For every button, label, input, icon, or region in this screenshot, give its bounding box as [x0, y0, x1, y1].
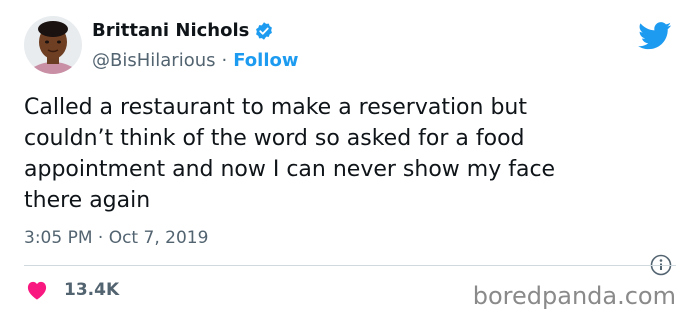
- avatar[interactable]: [24, 16, 82, 74]
- tweet-text: Called a restaurant to make a reservatio…: [24, 95, 556, 213]
- like-count: 13.4K: [64, 280, 120, 300]
- watermark: boredpanda.com: [472, 282, 676, 310]
- twitter-bird-icon[interactable]: [638, 22, 672, 50]
- like-action[interactable]: 13.4K: [26, 280, 119, 300]
- separator-dot: ·: [221, 50, 228, 71]
- verified-badge-icon: [254, 21, 274, 41]
- divider: [24, 265, 676, 266]
- tweet-card: Brittani Nichols @BisHilarious · Follow …: [0, 0, 700, 319]
- author-handle-row: @BisHilarious · Follow: [92, 50, 299, 71]
- author-name[interactable]: Brittani Nichols: [92, 20, 249, 41]
- author-name-row: Brittani Nichols: [92, 20, 274, 41]
- tweet-timestamp[interactable]: 3:05 PM · Oct 7, 2019: [24, 228, 208, 248]
- follow-button[interactable]: Follow: [233, 50, 298, 71]
- heart-icon[interactable]: [26, 280, 48, 300]
- author-handle[interactable]: @BisHilarious: [92, 50, 216, 71]
